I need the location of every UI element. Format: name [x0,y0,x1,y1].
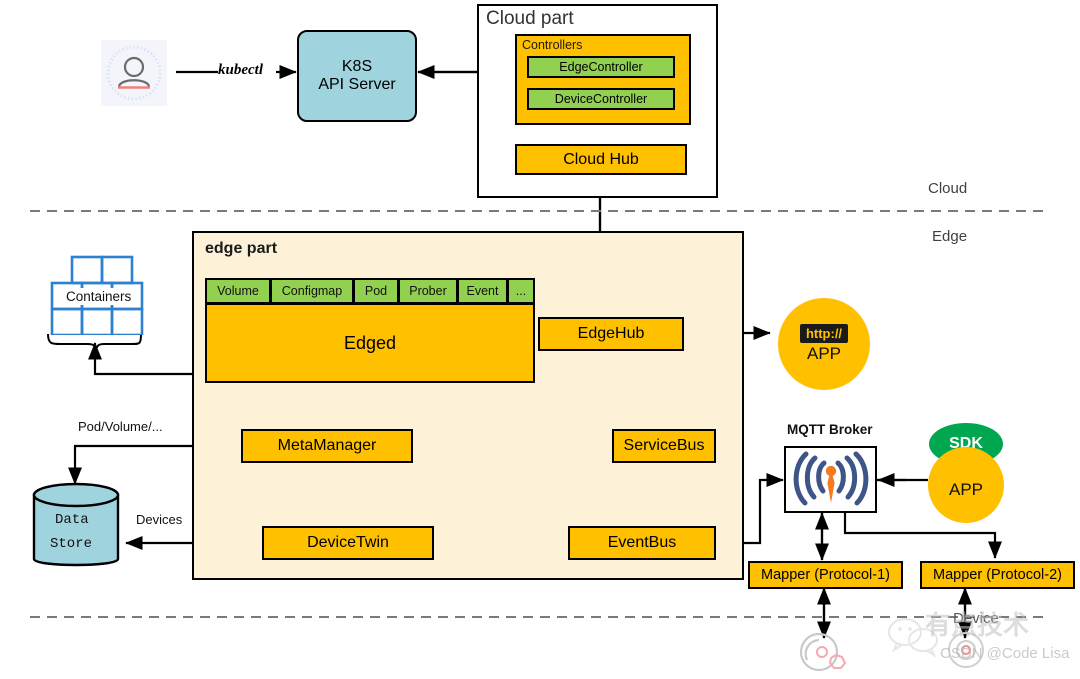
pod-volume-label: Pod/Volume/... [78,419,163,434]
edge-part-title: edge part [205,240,278,257]
module-tab-event-label: Event [466,284,499,298]
device-icon-1 [795,632,855,674]
cloud-hub-box[interactable]: Cloud Hub [515,144,687,175]
k8s-api-server-box[interactable]: K8S API Server [297,30,417,122]
module-tab-configmap[interactable]: Configmap [270,278,354,304]
edge-zone-label: Edge [932,228,968,245]
diagram-canvas: kubectl K8S API Server Cloud part Contro… [0,0,1080,673]
module-tab-event[interactable]: Event [457,278,508,304]
user-icon [106,45,162,101]
module-tab-volume-label: Volume [217,284,259,298]
controllers-title: Controllers [522,38,583,52]
api-server-line1: K8S [341,58,373,75]
device-twin-box[interactable]: DeviceTwin [262,526,434,560]
mapper-protocol-2-box[interactable]: Mapper (Protocol-2) [920,561,1075,589]
api-server-line2: API Server [318,76,396,93]
event-bus-label: EventBus [607,534,677,551]
kubectl-label: kubectl [218,62,263,78]
event-bus-box[interactable]: EventBus [568,526,716,560]
module-tab-more-label: ... [515,284,527,298]
mqtt-broker-box[interactable] [784,446,877,513]
module-tab-more[interactable]: ... [507,278,535,304]
http-badge: http:// [799,324,849,343]
module-tab-prober[interactable]: Prober [398,278,458,304]
meta-manager-label: MetaManager [277,437,377,454]
module-tab-configmap-label: Configmap [281,284,343,298]
edge-controller-box[interactable]: EdgeController [527,56,675,78]
http-app-circle[interactable]: http:// APP [778,298,870,390]
service-bus-box[interactable]: ServiceBus [612,429,716,463]
cloud-zone-label: Cloud [928,180,968,197]
mapper-protocol-1-box[interactable]: Mapper (Protocol-1) [748,561,903,589]
module-tab-volume[interactable]: Volume [205,278,271,304]
edge-hub-box[interactable]: EdgeHub [538,317,684,351]
cloud-hub-label: Cloud Hub [563,150,639,168]
edged-label: Edged [343,332,397,353]
device-zone-label: Device [953,610,999,627]
edge-hub-label: EdgeHub [577,325,645,342]
device-twin-label: DeviceTwin [307,534,389,551]
devices-label: Devices [136,512,183,527]
meta-manager-box[interactable]: MetaManager [241,429,413,463]
data-store-line1: Data [55,512,89,528]
edged-box[interactable]: Edged [205,303,535,383]
containers-brace [47,333,142,351]
sdk-app-circle[interactable]: APP [928,447,1004,523]
http-app-label: APP [806,344,842,363]
wechat-watermark-icon [885,614,945,658]
sdk-app-label: APP [948,480,984,499]
module-tab-pod[interactable]: Pod [353,278,399,304]
device-controller-box[interactable]: DeviceController [527,88,675,110]
device-icon-2 [938,632,998,674]
data-store-line2: Store [50,536,93,552]
mapper-protocol-2-label: Mapper (Protocol-2) [933,567,1062,583]
edge-controller-label: EdgeController [559,60,643,74]
user-avatar [101,40,167,106]
module-tab-prober-label: Prober [409,284,447,298]
mapper-protocol-1-label: Mapper (Protocol-1) [761,567,890,583]
module-tab-pod-label: Pod [364,284,388,298]
mqtt-icon [793,451,868,505]
device-controller-label: DeviceController [554,92,648,106]
service-bus-label: ServiceBus [623,437,705,454]
containers-label: Containers [63,288,135,305]
cloud-part-title: Cloud part [486,8,574,29]
mqtt-broker-label: MQTT Broker [787,422,873,437]
